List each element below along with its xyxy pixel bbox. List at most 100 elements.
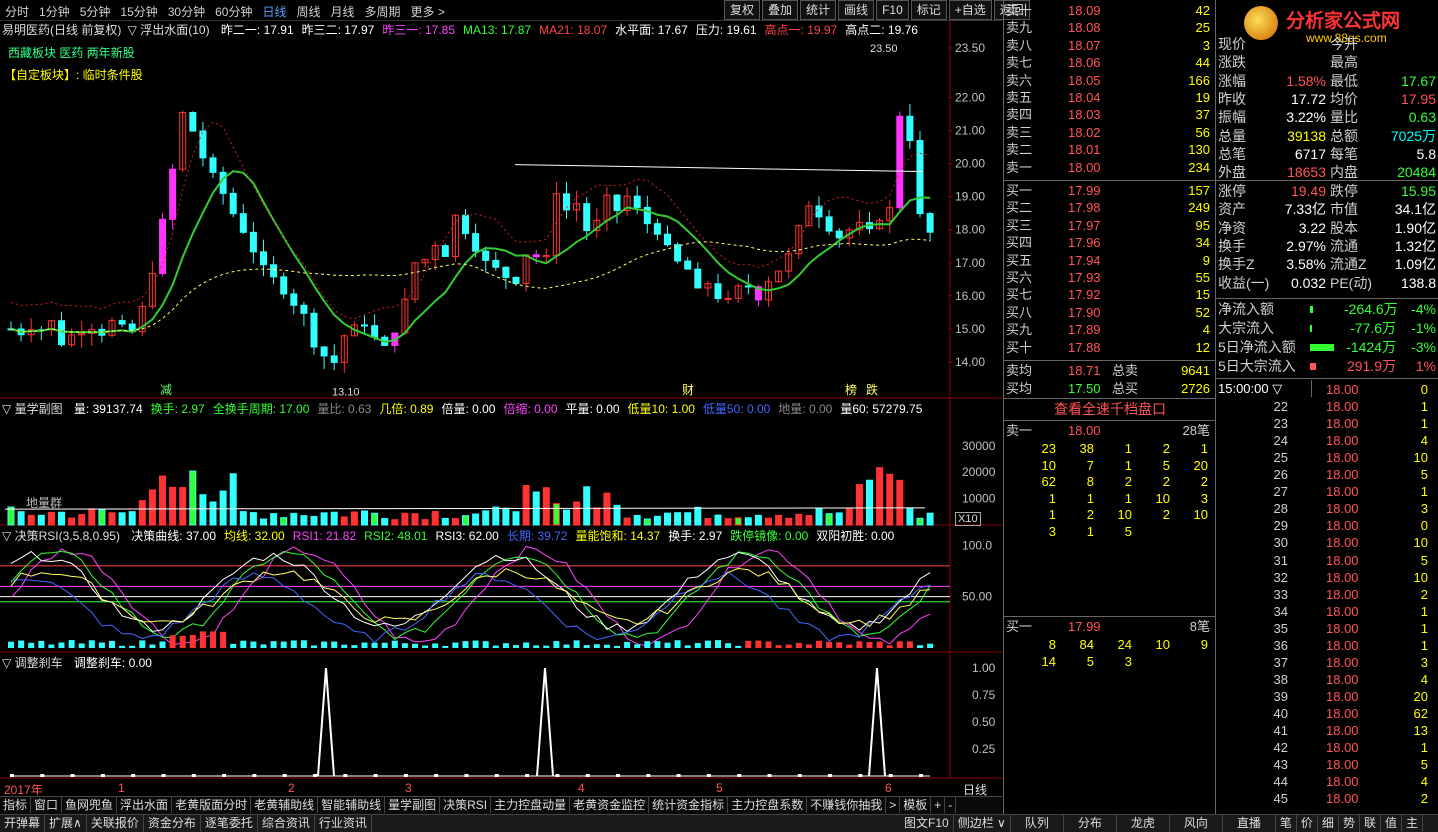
avg-price: 18.71 <box>1068 363 1101 378</box>
volume-title[interactable]: ▽ 量学副图 <box>2 402 63 416</box>
brake-dot <box>888 774 893 777</box>
toolbar-button[interactable]: F10 <box>876 0 909 20</box>
side-tab[interactable]: 龙虎 <box>1117 815 1170 832</box>
indicator-tab[interactable]: > <box>886 797 901 813</box>
depth-link[interactable]: 查看全速千档盘口 <box>1004 401 1216 418</box>
indicator-tab[interactable]: 主力控盘动量 <box>491 797 571 813</box>
period-tab[interactable]: 60分钟 <box>210 0 257 20</box>
period-tab[interactable]: 日线 <box>257 0 291 20</box>
side-tab[interactable]: 笔 <box>1276 815 1297 832</box>
side-tab[interactable]: 直播 <box>1223 815 1276 832</box>
side-tab[interactable]: 分布 <box>1064 815 1117 832</box>
indicator-tab[interactable]: 老黄资金监控 <box>570 797 650 813</box>
indicator-value: 量: 39137.74 <box>73 402 143 416</box>
indicator-tab[interactable]: 量学副图 <box>385 797 441 813</box>
rsi-axis-label: 50.00 <box>962 590 992 604</box>
rsi-bar <box>109 640 115 648</box>
period-tab[interactable]: 更多 > <box>406 0 450 20</box>
side-tab[interactable]: 细 <box>1318 815 1339 832</box>
side-tab[interactable]: 队列 <box>1011 815 1064 832</box>
bottom-tab[interactable]: 扩展∧ <box>45 815 87 832</box>
indicator-tab[interactable]: 浮出水面 <box>117 797 173 813</box>
stat-value: 6717 <box>1294 145 1326 162</box>
period-tab[interactable]: 5分钟 <box>75 0 116 20</box>
toolbar-button[interactable]: +自选 <box>948 0 992 20</box>
indicator-tab[interactable]: 主力控盘系数 <box>728 797 808 813</box>
bottom-tab[interactable]: 资金分布 <box>144 815 201 832</box>
order-label: 卖十 <box>1006 3 1033 18</box>
depth-cell: 1 <box>1124 457 1132 473</box>
indicator-tab[interactable]: - <box>945 797 957 813</box>
toolbar-button[interactable]: 复权 <box>724 0 761 20</box>
indicator-tab[interactable]: + <box>931 797 946 813</box>
period-tab[interactable]: 15分钟 <box>115 0 162 20</box>
period-tab[interactable]: 周线 <box>291 0 325 20</box>
volume-bar <box>421 519 429 526</box>
volume-bar <box>492 506 500 526</box>
rsi-bar <box>321 641 328 648</box>
indicator-tab[interactable]: 决策RSI <box>440 797 492 813</box>
toolbar-button[interactable]: 标记 <box>910 0 947 20</box>
period-tab[interactable]: 多周期 <box>360 0 406 20</box>
side-tab[interactable]: 图文F10 <box>900 815 954 832</box>
stat-label: 最高 <box>1330 54 1358 71</box>
ticks-header[interactable]: 15:00:00 ▽ <box>1218 380 1282 397</box>
side-tab[interactable]: 值 <box>1381 815 1402 832</box>
indicator-name[interactable]: ▽ 浮出水面(10) <box>128 23 210 37</box>
flow-value: -1424万 <box>1346 339 1396 355</box>
depth-cell: 38 <box>1079 441 1094 456</box>
period-tab[interactable]: 月线 <box>326 0 360 20</box>
rsi-axis-label: 100.0 <box>962 538 992 552</box>
period-tab[interactable]: 分时 <box>0 0 34 20</box>
side-tab[interactable]: 价 <box>1297 815 1318 832</box>
bottom-tab[interactable]: 逐笔委托 <box>201 815 258 832</box>
toolbar-button[interactable]: 统计 <box>800 0 837 20</box>
tick-minute: 29 <box>1273 518 1288 534</box>
volume-bar <box>593 507 601 526</box>
indicator-tab[interactable]: 智能辅助线 <box>318 797 386 813</box>
indicator-tab[interactable]: 老黄版面分时 <box>172 797 252 813</box>
stat-value: 15.95 <box>1400 183 1436 199</box>
side-tab[interactable]: 势 <box>1339 815 1360 832</box>
side-tab[interactable]: 主 <box>1402 815 1423 832</box>
tick-price: 18.00 <box>1326 535 1359 551</box>
depth-cell: 5 <box>1162 457 1170 473</box>
brake-dot <box>464 774 469 777</box>
period-tab[interactable]: 30分钟 <box>163 0 210 20</box>
volume-bar <box>724 518 732 526</box>
side-tab[interactable]: 联 <box>1360 815 1381 832</box>
stat-value: 20484 <box>1397 164 1436 181</box>
toolbar-button[interactable]: 画线 <box>838 0 875 20</box>
flow-label: 5日净流入额 <box>1218 339 1296 355</box>
candle-body <box>896 115 904 209</box>
period-tab[interactable]: 1分钟 <box>34 0 75 20</box>
indicator-value: 低量50: 0.00 <box>702 402 771 416</box>
side-tab[interactable]: 侧边栏 ∨ <box>954 815 1011 832</box>
toolbar-button[interactable]: 叠加 <box>762 0 799 20</box>
month-label: 3 <box>405 781 412 795</box>
stat-label: 资产 <box>1218 201 1246 218</box>
rsi-bar <box>270 641 277 648</box>
tick-volume: 1 <box>1420 484 1428 500</box>
indicator-tab[interactable]: 窗口 <box>31 797 63 813</box>
brake-title[interactable]: ▽ 调整刹车 <box>2 656 63 670</box>
side-tab[interactable]: 风向 <box>1170 815 1223 832</box>
candle-body <box>290 293 298 306</box>
bottom-tab[interactable]: 开弹幕 <box>0 815 46 832</box>
depth-cell: 1 <box>1124 441 1132 456</box>
volume-bar <box>7 506 15 526</box>
indicator-tab[interactable]: 鱼网兜鱼 <box>62 797 118 813</box>
bottom-tab[interactable]: 关联报价 <box>87 815 144 832</box>
rsi-title[interactable]: ▽ 决策RSI(3,5,8,0.95) <box>2 529 120 543</box>
indicator-tab[interactable]: 不赚钱你抽我 <box>807 797 887 813</box>
indicator-tab[interactable]: 模板 <box>900 797 932 813</box>
bottom-tab[interactable]: 综合资讯 <box>258 815 315 832</box>
event-marker: 榜 <box>845 382 857 397</box>
indicator-tab[interactable]: 老黄辅助线 <box>251 797 319 813</box>
candle-body <box>270 264 278 278</box>
candle-body <box>724 297 732 300</box>
bottom-tab[interactable]: 行业资讯 <box>315 815 372 832</box>
indicator-tab[interactable]: 统计资金指标 <box>649 797 729 813</box>
indicator-tab[interactable]: 指标 <box>0 797 32 813</box>
rsi-bar <box>745 640 752 648</box>
